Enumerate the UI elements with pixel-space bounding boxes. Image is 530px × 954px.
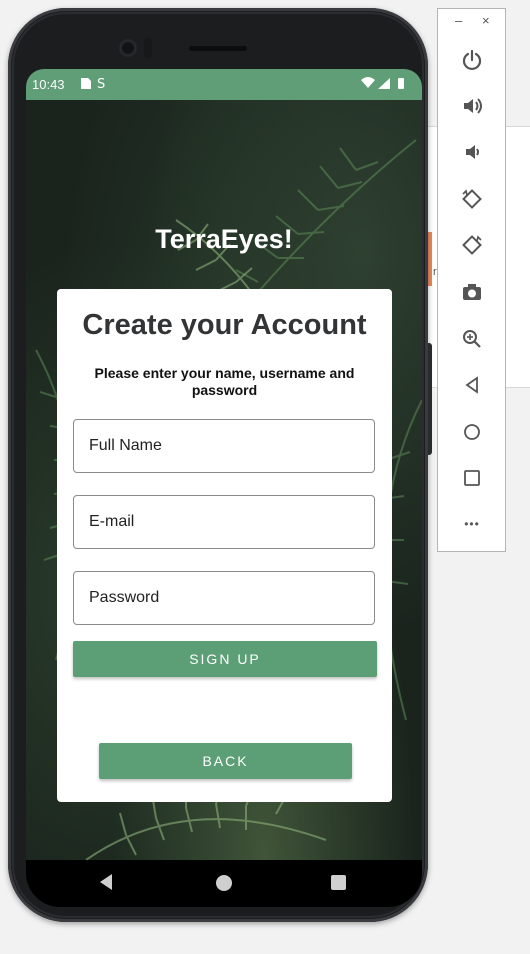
close-button[interactable]: ×: [482, 13, 490, 28]
rotate-right-icon[interactable]: [459, 232, 485, 258]
more-icon[interactable]: •••: [459, 511, 485, 537]
power-icon[interactable]: [459, 47, 485, 73]
navigation-bar: [26, 860, 422, 907]
email-input[interactable]: [73, 495, 375, 549]
back-button[interactable]: BACK: [99, 743, 352, 779]
app-title: TerraEyes!: [155, 224, 293, 254]
emulator-toolbar: – × •••: [437, 8, 506, 552]
system-status-icons: [360, 75, 410, 94]
signup-card: Create your Account Please enter your na…: [57, 289, 392, 802]
sd-card-icon: S: [81, 77, 105, 92]
overview-icon[interactable]: [459, 465, 485, 491]
nav-home-icon[interactable]: [216, 875, 232, 891]
sensor: [144, 38, 152, 58]
page-title: Create your Account: [82, 309, 367, 341]
volume-down-icon[interactable]: [459, 139, 485, 165]
sign-up-button[interactable]: SIGN UP: [73, 641, 377, 677]
minimize-button[interactable]: –: [455, 13, 462, 28]
status-time: 10:43: [32, 77, 65, 92]
camera-icon[interactable]: [459, 279, 485, 305]
phone-frame: 10:43 S TerraEyes! Create your Account P…: [8, 8, 428, 922]
background-accent: [428, 232, 432, 286]
back-icon[interactable]: [459, 372, 485, 398]
window-controls: – ×: [438, 13, 505, 31]
rotate-left-icon[interactable]: [459, 186, 485, 212]
instructions-text: Please enter your name, username and pas…: [94, 365, 355, 398]
fern-wallpaper: TerraEyes! Create your Account Please en…: [26, 100, 422, 860]
wifi-signal-battery-icon: [361, 77, 404, 89]
status-bar: 10:43 S: [26, 69, 422, 100]
volume-up-icon[interactable]: [459, 93, 485, 119]
phone-side-button: [428, 343, 432, 455]
password-input[interactable]: [73, 571, 375, 625]
svg-text:S: S: [97, 77, 105, 91]
zoom-in-icon[interactable]: [459, 326, 485, 352]
nav-recents-icon[interactable]: [331, 875, 346, 890]
earpiece-speaker: [189, 46, 247, 51]
device-screen: 10:43 S TerraEyes! Create your Account P…: [26, 69, 422, 907]
full-name-input[interactable]: [73, 419, 375, 473]
front-camera: [119, 39, 137, 57]
home-icon[interactable]: [459, 419, 485, 445]
notification-icons: S: [78, 75, 112, 94]
nav-back-icon[interactable]: [100, 874, 112, 890]
